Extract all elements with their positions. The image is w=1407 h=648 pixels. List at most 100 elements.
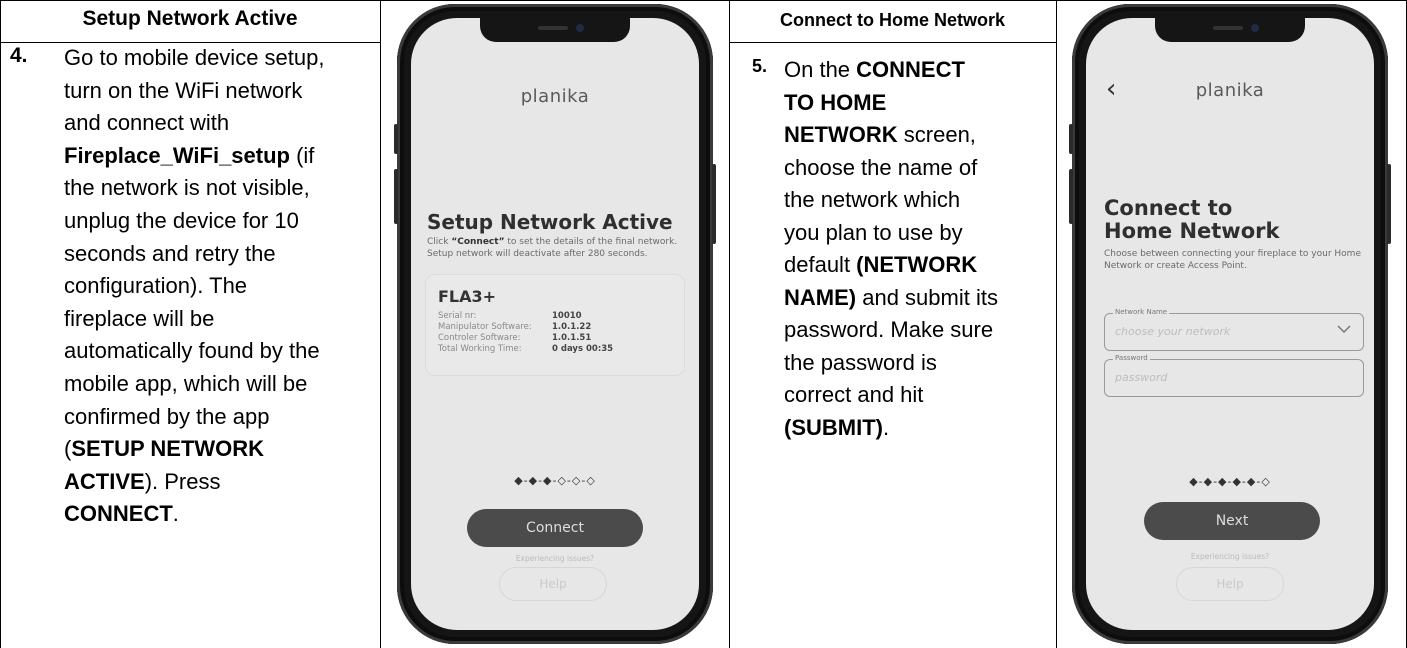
table-border-left — [0, 0, 1, 648]
instruction-text: (if — [289, 142, 315, 168]
desc-text: Click — [427, 237, 452, 247]
instruction-text: ). Press — [144, 468, 221, 494]
column-divider — [380, 0, 381, 648]
instruction-line: you plan to use by — [784, 217, 1052, 250]
network-name-placeholder: choose your network — [1115, 325, 1231, 338]
instruction-line: Go to mobile device setup, — [64, 42, 376, 75]
device-info-value: 10010 — [552, 311, 582, 321]
instruction-line: and connect with — [64, 107, 376, 140]
instruction-emphasis: (NETWORK — [856, 252, 978, 277]
instruction-line: choose the name of — [784, 152, 1052, 185]
password-placeholder: password — [1115, 371, 1168, 384]
instruction-text: screen, — [897, 122, 976, 147]
screen-description: Choose between connecting your fireplace… — [1104, 249, 1361, 271]
instruction-line: seconds and retry the — [64, 238, 376, 271]
instruction-text: choose the name of — [784, 154, 978, 180]
instruction-line: the network which — [784, 184, 1052, 217]
connect-button[interactable]: Connect — [467, 509, 643, 547]
password-label: Password — [1113, 354, 1150, 362]
screen-title: Setup Network Active — [427, 210, 673, 234]
step-5-header: Connect to Home Network — [779, 10, 1006, 30]
help-button[interactable]: Help — [1176, 567, 1284, 601]
instruction-emphasis: (SUBMIT) — [784, 414, 883, 440]
instruction-text: mobile app, which will be — [64, 370, 308, 396]
instruction-text: unplug the device for 10 — [64, 207, 299, 233]
network-name-select[interactable]: Network Name choose your network — [1104, 308, 1364, 351]
instruction-emphasis: Fireplace_WiFi_setup — [64, 142, 290, 168]
instruction-text: automatically found by the — [64, 338, 320, 364]
brand-logo: planika — [520, 86, 590, 107]
instruction-text: Go to mobile device setup, — [64, 45, 325, 70]
phone-power-button — [712, 164, 716, 244]
instruction-text: you plan to use by — [784, 219, 963, 245]
instruction-text: . — [172, 501, 179, 527]
instruction-emphasis: CONNECT — [64, 501, 173, 527]
device-info-value: 1.0.1.22 — [552, 322, 592, 332]
progress-indicator: ◆-◆-◆-◆-◆-◇ — [1189, 475, 1271, 488]
desc-connect-emphasis: “Connect” — [451, 237, 505, 247]
instruction-line: TO HOME — [784, 87, 1052, 120]
instruction-line: default (NETWORK — [784, 249, 1052, 282]
instruction-text: and submit its — [856, 284, 998, 310]
camera-icon — [1251, 24, 1259, 32]
camera-icon — [576, 24, 584, 32]
instruction-line: password. Make sure — [784, 314, 1052, 347]
instruction-text: and connect with — [64, 110, 230, 136]
instruction-line: Fireplace_WiFi_setup (if — [64, 140, 376, 173]
device-info-value: 0 days 00:35 — [552, 344, 614, 354]
phone-volume-button — [394, 169, 398, 224]
instruction-line: ACTIVE). Press — [64, 466, 376, 499]
header-divider — [729, 42, 1057, 43]
instruction-text: fireplace will be — [64, 305, 215, 331]
instruction-emphasis: CONNECT — [856, 57, 965, 82]
instruction-line: confirmed by the app — [64, 401, 376, 434]
instruction-line: unplug the device for 10 — [64, 205, 376, 238]
column-divider — [1056, 0, 1057, 648]
phone-power-button — [1387, 164, 1391, 244]
device-info-key: Serial nr: — [438, 311, 477, 321]
password-field[interactable]: Password password — [1104, 354, 1364, 397]
instruction-text: On the — [784, 57, 857, 82]
device-info-key: Total Working Time: — [438, 344, 522, 354]
instruction-text: confirmed by the app — [64, 403, 270, 429]
next-button[interactable]: Next — [1144, 502, 1320, 540]
phone-volume-button — [1069, 169, 1073, 224]
device-info-key: Manipulator Software: — [438, 322, 532, 332]
issues-link[interactable]: Experiencing issues? — [411, 554, 699, 563]
phone-screen: ‹ planika Connect to Home Network Choose… — [1086, 18, 1374, 630]
device-info-key: Controler Software: — [438, 333, 521, 343]
instruction-line: (SUBMIT). — [784, 412, 1052, 445]
step-4-number: 4. — [10, 44, 28, 67]
instruction-line: correct and hit — [784, 379, 1052, 412]
instruction-text: the password is — [784, 349, 937, 375]
step-5-instructions: On the CONNECT TO HOME NETWORK screen, choo… — [784, 54, 1052, 444]
step-4-instructions: Go to mobile device setup, turn on the Wi… — [64, 42, 376, 531]
screen-title-line1: Connect to — [1104, 196, 1233, 220]
instruction-line: the network is not visible, — [64, 172, 376, 205]
help-button[interactable]: Help — [499, 567, 607, 601]
brand-logo: planika — [1195, 80, 1265, 101]
phone-mockup-connect: ‹ planika Connect to Home Network Choose… — [1069, 4, 1391, 644]
instruction-line: NAME) and submit its — [784, 282, 1052, 315]
step-4-header: Setup Network Active — [82, 7, 298, 30]
screen-title-line2: Home Network — [1104, 219, 1280, 243]
instruction-emphasis: SETUP NETWORK — [71, 436, 265, 462]
instruction-line: CONNECT. — [64, 498, 376, 531]
table-border-top — [0, 0, 1407, 1]
instruction-emphasis: NETWORK — [784, 122, 898, 147]
instruction-line: mobile app, which will be — [64, 368, 376, 401]
instruction-line: the password is — [784, 347, 1052, 380]
instruction-line: automatically found by the — [64, 335, 376, 368]
instruction-text: default — [784, 252, 857, 277]
speaker-icon — [538, 26, 568, 30]
column-divider — [729, 0, 730, 648]
phone-notch — [480, 18, 630, 42]
phone-volume-button — [1069, 124, 1073, 154]
instruction-text: . — [882, 414, 890, 440]
device-info-card: FLA3+ Serial nr: 10010 Manipulator Softw… — [425, 274, 685, 376]
instruction-line: (SETUP NETWORK — [64, 433, 376, 466]
issues-link[interactable]: Experiencing issues? — [1086, 552, 1374, 561]
instruction-text: password. Make sure — [784, 317, 994, 342]
phone-notch — [1155, 18, 1305, 42]
chevron-down-icon — [1337, 323, 1351, 337]
